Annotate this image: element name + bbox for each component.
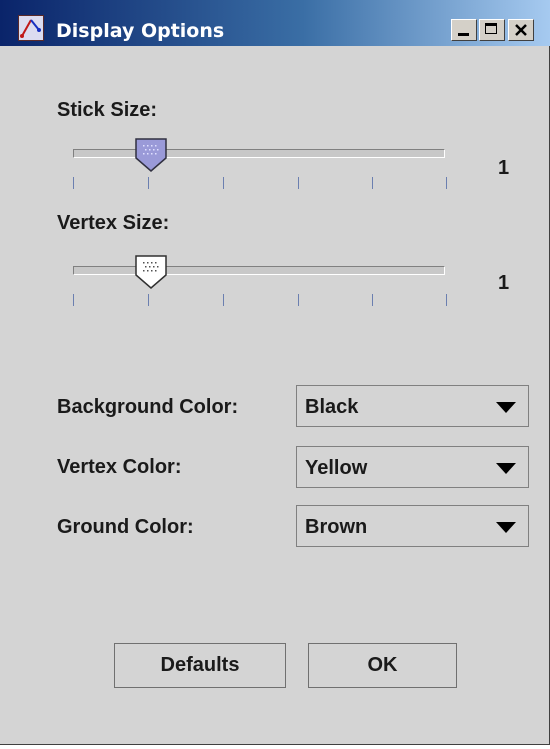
vertex-color-value: Yellow: [305, 457, 368, 479]
minimize-button[interactable]: [451, 19, 477, 41]
stick-size-thumb[interactable]: [135, 138, 167, 172]
close-button[interactable]: [508, 19, 534, 41]
vertex-size-thumb[interactable]: [135, 255, 167, 289]
chevron-down-icon: [496, 402, 516, 413]
stick-size-track[interactable]: [73, 149, 445, 158]
display-options-window: Display Options Stick Size: 1 Vertex Siz…: [0, 0, 550, 745]
ground-color-label: Ground Color:: [57, 516, 194, 538]
vertex-size-label: Vertex Size:: [57, 212, 170, 234]
vertex-color-label: Vertex Color:: [57, 456, 182, 478]
vertex-size-track[interactable]: [73, 266, 445, 275]
vertex-size-ticks: [73, 294, 453, 308]
stick-size-ticks: [73, 177, 453, 191]
vertex-color-select[interactable]: Yellow: [296, 446, 529, 488]
ground-color-value: Brown: [305, 516, 368, 538]
app-icon: [18, 15, 44, 41]
ground-color-select[interactable]: Brown: [296, 505, 529, 547]
stick-size-label: Stick Size:: [57, 99, 158, 121]
chevron-down-icon: [496, 522, 516, 533]
stick-size-value: 1: [498, 157, 510, 179]
close-icon: [515, 24, 527, 36]
background-color-value: Black: [305, 396, 359, 418]
title-bar[interactable]: Display Options: [0, 0, 550, 46]
background-color-label: Background Color:: [57, 396, 239, 418]
chevron-down-icon: [496, 463, 516, 474]
ok-button[interactable]: OK: [308, 643, 457, 688]
maximize-button[interactable]: [479, 19, 505, 41]
window-title: Display Options: [56, 20, 225, 42]
defaults-button[interactable]: Defaults: [114, 643, 286, 688]
vertex-size-value: 1: [498, 272, 510, 294]
background-color-select[interactable]: Black: [296, 385, 529, 427]
